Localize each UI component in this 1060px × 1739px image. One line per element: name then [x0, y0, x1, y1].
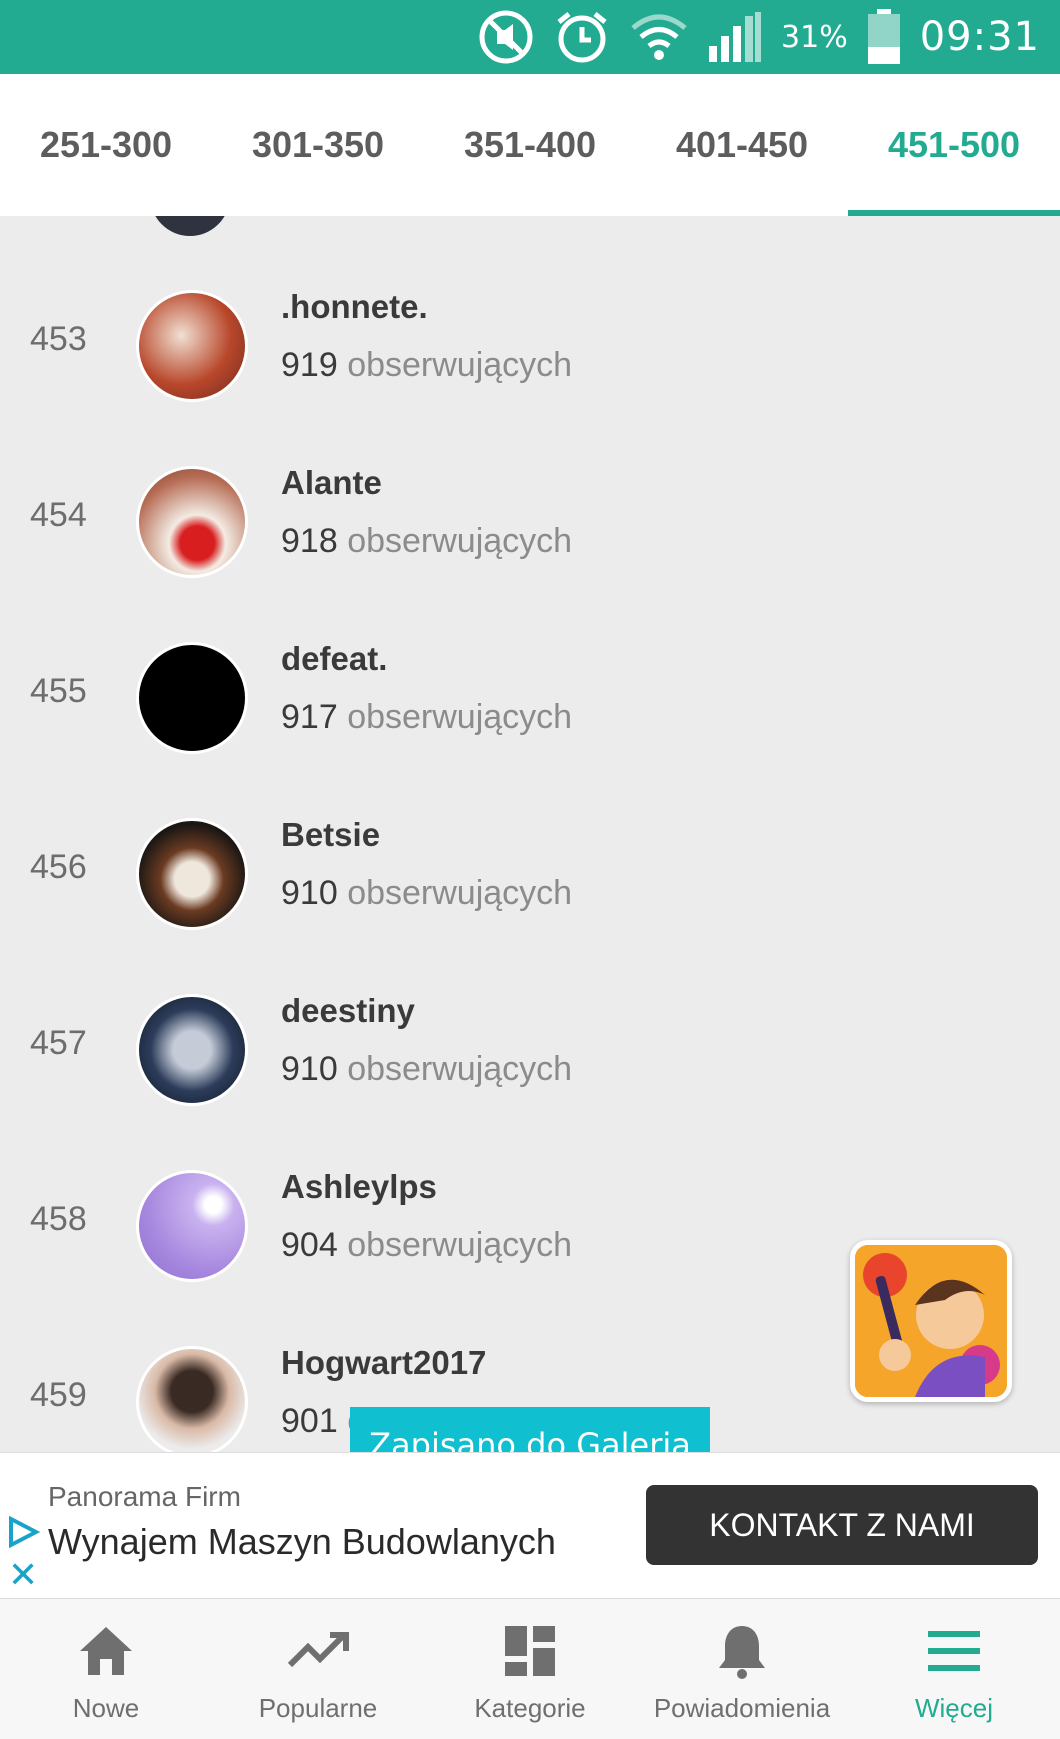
follower-count: 917 obserwujących [281, 698, 573, 736]
tab-401-450[interactable]: 401-450 [636, 74, 848, 216]
rank-number: 459 [30, 1376, 87, 1414]
tab-301-350[interactable]: 301-350 [212, 74, 424, 216]
avatar[interactable] [136, 642, 248, 754]
username[interactable]: defeat. [281, 640, 387, 678]
close-icon[interactable]: ✕ [8, 1557, 38, 1593]
avatar[interactable] [136, 994, 248, 1106]
signal-icon [707, 10, 763, 64]
floating-avatar-button[interactable] [850, 1240, 1012, 1402]
avatar[interactable] [136, 290, 248, 402]
avatar[interactable] [150, 216, 230, 236]
rank-number: 458 [30, 1200, 87, 1238]
username[interactable]: Alante [281, 464, 382, 502]
follower-count: 910 obserwujących [281, 874, 573, 912]
contact-button[interactable]: KONTAKT Z NAMI [646, 1485, 1038, 1565]
bell-icon [636, 1619, 848, 1683]
list-item[interactable]: 456 Betsie 910 obserwujących [0, 788, 1060, 964]
ad-banner[interactable]: ✕ Panorama Firm Wynajem Maszyn Budowlany… [0, 1452, 1060, 1598]
nav-label: Więcej [914, 1693, 993, 1723]
nav-nowe[interactable]: Nowe [0, 1599, 212, 1739]
list-item[interactable]: 454 Alante 918 obserwujących [0, 436, 1060, 612]
avatar[interactable] [136, 466, 248, 578]
nav-popularne[interactable]: Popularne [212, 1599, 424, 1739]
wifi-icon [629, 12, 689, 62]
list-item[interactable]: 455 defeat. 917 obserwujących [0, 612, 1060, 788]
username[interactable]: Betsie [281, 816, 380, 854]
menu-icon [848, 1619, 1060, 1683]
trending-icon [212, 1619, 424, 1683]
username[interactable]: Hogwart2017 [281, 1344, 486, 1382]
username[interactable]: Ashleylps [281, 1168, 437, 1206]
range-tabs: 251-300 301-350 351-400 401-450 451-500 [0, 74, 1060, 216]
tab-451-500[interactable]: 451-500 [848, 74, 1060, 216]
rank-number: 455 [30, 672, 87, 710]
home-icon [0, 1619, 212, 1683]
nav-powiadomienia[interactable]: Powiadomienia [636, 1599, 848, 1739]
alarm-icon [553, 8, 611, 66]
avatar[interactable] [136, 1170, 248, 1282]
grid-icon [424, 1619, 636, 1683]
follower-count: 904 obserwujących [281, 1226, 573, 1264]
ad-advertiser: Panorama Firm [48, 1481, 241, 1512]
list-item[interactable]: 457 deestiny 910 obserwujących [0, 964, 1060, 1140]
nav-label: Popularne [258, 1693, 378, 1723]
rank-number: 453 [30, 320, 87, 358]
nav-label: Kategorie [474, 1693, 586, 1723]
battery-icon [866, 9, 902, 65]
tab-351-400[interactable]: 351-400 [424, 74, 636, 216]
ad-choices-icon[interactable] [6, 1515, 41, 1554]
mute-icon [477, 8, 535, 66]
nav-kategorie[interactable]: Kategorie [424, 1599, 636, 1739]
list-item[interactable]: 453 .honnete. 919 obserwujących [0, 260, 1060, 436]
status-bar: 31% 09:31 [0, 0, 1060, 74]
ad-headline[interactable]: Wynajem Maszyn Budowlanych [48, 1521, 556, 1563]
rank-number: 456 [30, 848, 87, 886]
rank-number: 457 [30, 1024, 87, 1062]
follower-count: 919 obserwujących [281, 346, 573, 384]
username[interactable]: .honnete. [281, 288, 428, 326]
bottom-navigation: Nowe Popularne Kategorie Powiadomienia W… [0, 1598, 1060, 1739]
nav-wiecej[interactable]: Więcej [848, 1599, 1060, 1739]
follower-count: 910 obserwujących [281, 1050, 573, 1088]
clock: 09:31 [919, 14, 1040, 60]
rank-number: 454 [30, 496, 87, 534]
tab-251-300[interactable]: 251-300 [0, 74, 212, 216]
nav-label: Nowe [72, 1693, 140, 1723]
battery-percent: 31% [781, 19, 848, 55]
follower-count: 918 obserwujących [281, 522, 573, 560]
username[interactable]: deestiny [281, 992, 415, 1030]
avatar[interactable] [136, 1346, 248, 1452]
avatar[interactable] [136, 818, 248, 930]
nav-label: Powiadomienia [653, 1693, 831, 1723]
